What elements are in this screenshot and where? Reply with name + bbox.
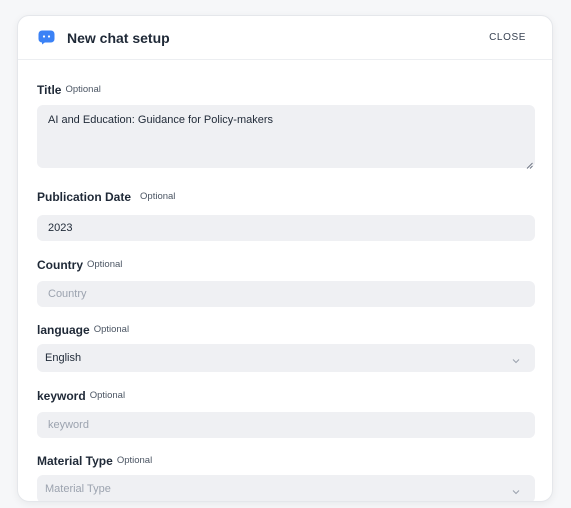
dialog-title: New chat setup — [67, 29, 170, 46]
language-label: language — [37, 323, 90, 337]
keyword-optional-tag: Optional — [89, 390, 126, 401]
country-label-row: Country Optional — [37, 258, 533, 272]
country-label: Country — [37, 258, 83, 272]
country-optional-tag: Optional — [87, 259, 123, 270]
language-selected-value: English — [45, 352, 82, 364]
material-type-optional-tag: Optional — [116, 455, 153, 466]
dialog-header: New chat setup CLOSE — [18, 16, 552, 60]
chevron-down-icon — [512, 355, 520, 364]
country-placeholder: Country — [48, 288, 87, 300]
material-type-label: Material Type — [37, 454, 113, 468]
country-input[interactable]: Country — [37, 281, 535, 307]
title-textarea[interactable]: AI and Education: Guidance for Policy-ma… — [37, 105, 535, 169]
new-chat-setup-dialog: New chat setup CLOSE Title Optional AI a… — [17, 15, 553, 502]
title-value: AI and Education: Guidance for Policy-ma… — [48, 114, 274, 126]
keyword-placeholder: keyword — [48, 419, 89, 431]
title-label-row: Title Optional — [37, 83, 533, 97]
chat-bubble-icon — [38, 30, 55, 45]
language-select[interactable]: English — [37, 344, 535, 372]
title-label: Title — [37, 83, 62, 97]
publication-date-value: 2023 — [48, 222, 73, 234]
material-type-select[interactable]: Material Type — [37, 475, 535, 501]
keyword-label: keyword — [37, 389, 86, 403]
language-optional-tag: Optional — [93, 324, 130, 335]
title-optional-tag: Optional — [65, 84, 101, 95]
language-label-row: language Optional — [37, 323, 533, 337]
publication-date-label: Publication Date — [37, 190, 132, 204]
form-body: Title Optional AI and Education: Guidanc… — [18, 83, 552, 501]
publication-date-optional-tag: Optional — [140, 191, 176, 202]
close-button[interactable]: CLOSE — [489, 32, 526, 43]
keyword-input[interactable]: keyword — [37, 412, 535, 438]
chevron-down-icon — [512, 486, 520, 495]
publication-date-input[interactable]: 2023 — [37, 215, 535, 241]
resize-handle-icon[interactable] — [526, 159, 533, 169]
keyword-label-row: keyword Optional — [37, 389, 533, 403]
material-type-placeholder: Material Type — [45, 483, 111, 495]
publication-date-label-row: Publication Date Optional — [37, 190, 533, 204]
material-type-label-row: Material Type Optional — [37, 454, 533, 468]
